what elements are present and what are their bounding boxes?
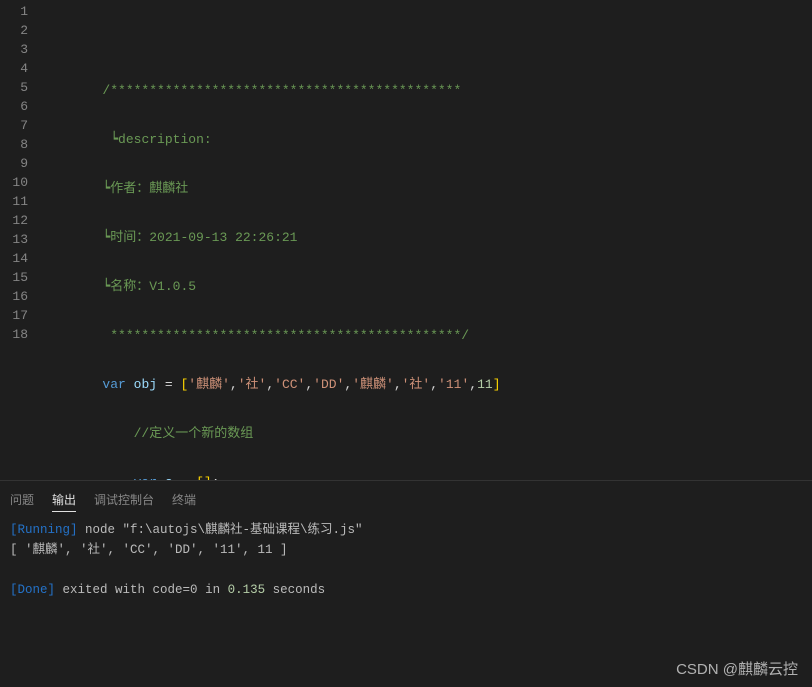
line-number: 7 bbox=[0, 116, 28, 135]
line-number: 18 bbox=[0, 325, 28, 344]
line-number: 4 bbox=[0, 59, 28, 78]
line-number: 11 bbox=[0, 192, 28, 211]
line-number: 1 bbox=[0, 2, 28, 21]
line-number: 13 bbox=[0, 230, 28, 249]
bottom-panel: 问题 输出 调试控制台 终端 [Running] node "f:\autojs… bbox=[0, 480, 812, 606]
tab-problems[interactable]: 问题 bbox=[10, 491, 34, 512]
line-number: 16 bbox=[0, 287, 28, 306]
line-number: 15 bbox=[0, 268, 28, 287]
comment: ┕名称：V1.0.5 bbox=[102, 279, 196, 294]
running-label: [Running] bbox=[10, 523, 78, 537]
comment: /***************************************… bbox=[102, 83, 461, 98]
line-number: 12 bbox=[0, 211, 28, 230]
comment: //定义一个新的数组 bbox=[134, 426, 254, 441]
done-label: [Done] bbox=[10, 583, 55, 597]
line-number: 2 bbox=[0, 21, 28, 40]
tab-output[interactable]: 输出 bbox=[52, 491, 76, 512]
line-number: 6 bbox=[0, 97, 28, 116]
tab-debug-console[interactable]: 调试控制台 bbox=[94, 491, 154, 512]
comment: ****************************************… bbox=[102, 328, 469, 343]
watermark: CSDN @麒麟云控 bbox=[676, 658, 798, 679]
code-content[interactable]: /***************************************… bbox=[40, 0, 812, 480]
panel-tabs: 问题 输出 调试控制台 终端 bbox=[10, 487, 802, 520]
output-result: [ '麒麟', '社', 'CC', 'DD', '11', 11 ] bbox=[10, 540, 802, 560]
line-number: 5 bbox=[0, 78, 28, 97]
tab-terminal[interactable]: 终端 bbox=[172, 491, 196, 512]
line-gutter: 1 2 3 4 5 6 7 8 9 10 11 12 13 14 15 16 1… bbox=[0, 0, 40, 480]
running-path: "f:\autojs\麒麟社-基础课程\练习.js" bbox=[123, 523, 363, 537]
comment: ┕作者：麒麟社 bbox=[102, 181, 188, 196]
comment: ┕description: bbox=[102, 132, 211, 147]
comment: ┕时间：2021-09-13 22:26:21 bbox=[102, 230, 297, 245]
line-number: 9 bbox=[0, 154, 28, 173]
editor-area: 1 2 3 4 5 6 7 8 9 10 11 12 13 14 15 16 1… bbox=[0, 0, 812, 480]
line-number: 14 bbox=[0, 249, 28, 268]
line-number: 3 bbox=[0, 40, 28, 59]
line-number: 8 bbox=[0, 135, 28, 154]
line-number: 10 bbox=[0, 173, 28, 192]
output-content[interactable]: [Running] node "f:\autojs\麒麟社-基础课程\练习.js… bbox=[10, 520, 802, 600]
line-number: 17 bbox=[0, 306, 28, 325]
